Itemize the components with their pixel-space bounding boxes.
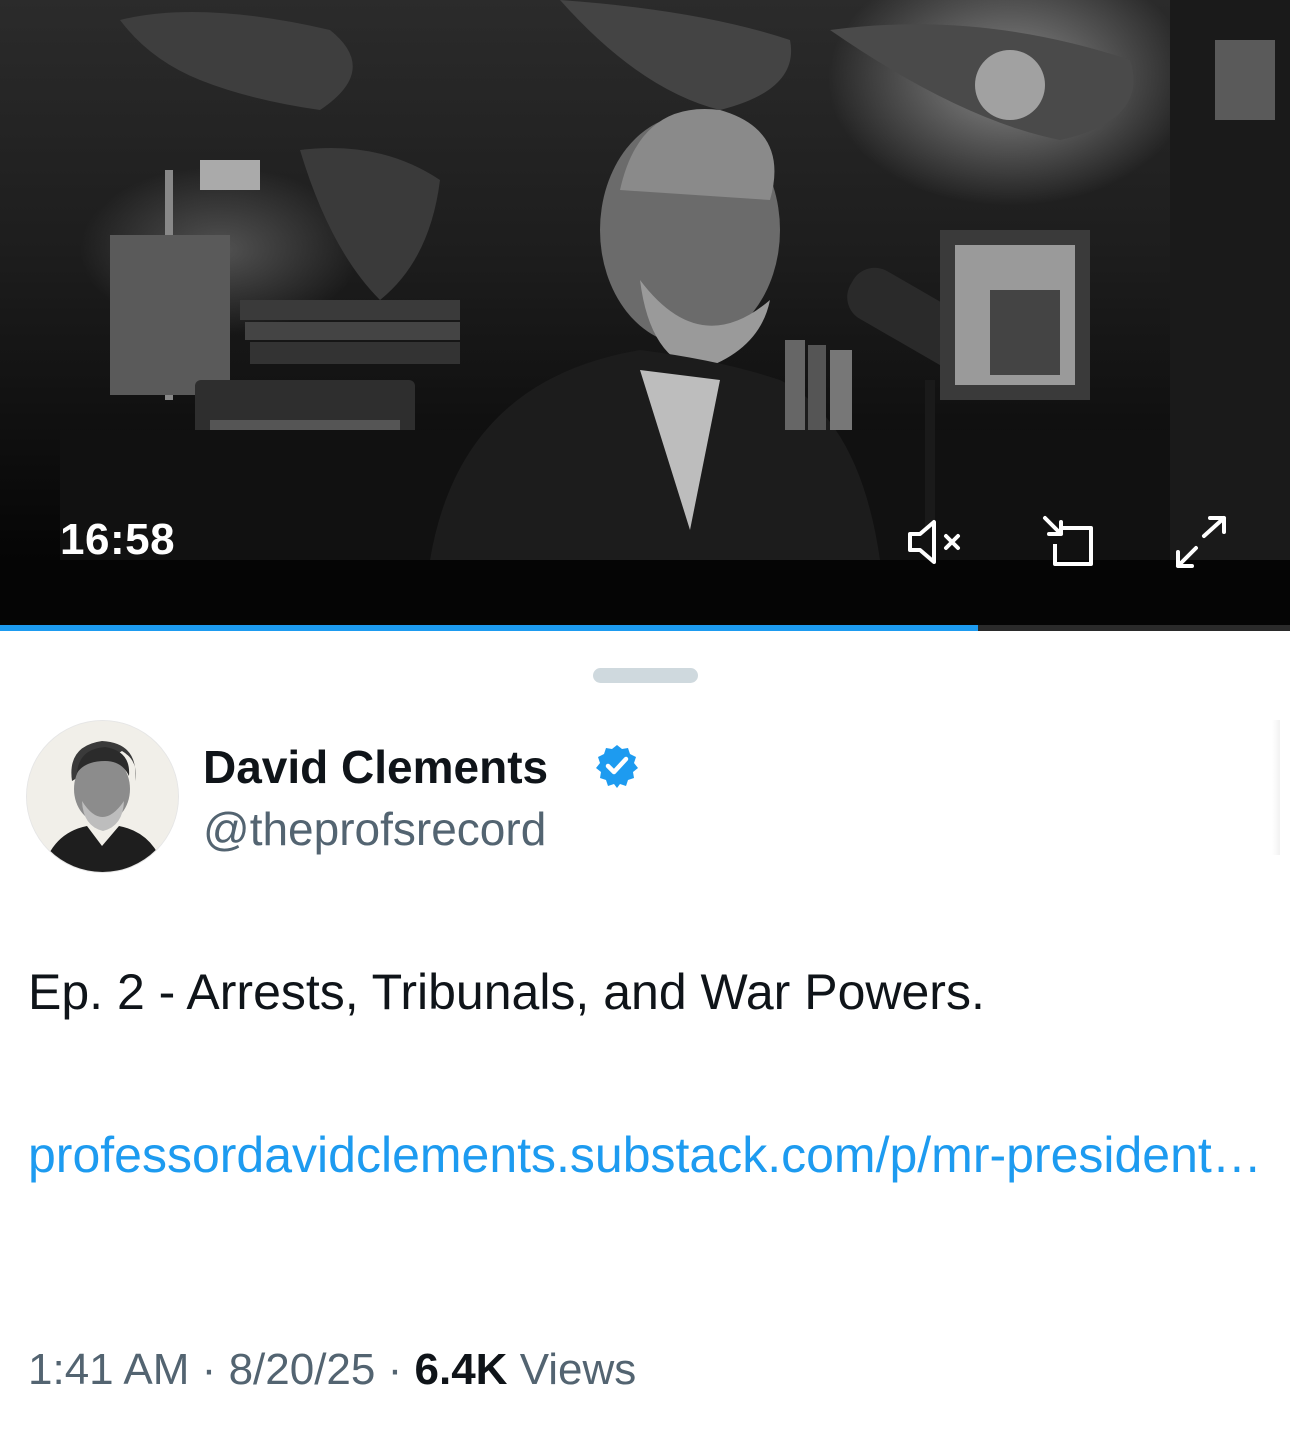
views-label[interactable]: Views xyxy=(520,1345,637,1394)
verified-badge[interactable] xyxy=(594,743,640,789)
video-poster[interactable] xyxy=(0,0,1290,560)
tweet-text: Ep. 2 - Arrests, Tribunals, and War Powe… xyxy=(28,964,985,1020)
video-player[interactable]: 16:58 xyxy=(0,0,1290,631)
author-display-name[interactable]: David Clements xyxy=(203,740,548,794)
video-progress-fill xyxy=(0,625,978,631)
meta-separator: · xyxy=(387,1345,403,1394)
avatar[interactable] xyxy=(27,721,178,872)
video-duration: 16:58 xyxy=(60,515,176,564)
verified-check-icon xyxy=(596,745,638,788)
expand-icon xyxy=(1176,516,1226,568)
muted-speaker-icon xyxy=(908,520,960,564)
avatar-portrait-image xyxy=(27,721,178,872)
mute-button[interactable] xyxy=(903,512,967,572)
follow-button-edge xyxy=(1272,720,1280,855)
sheet-grabber-handle[interactable] xyxy=(593,668,698,683)
fullscreen-button[interactable] xyxy=(1168,512,1232,572)
picture-in-picture-icon xyxy=(1043,516,1093,566)
meta-separator: · xyxy=(201,1345,217,1394)
views-count[interactable]: 6.4K xyxy=(415,1345,508,1394)
video-progress-bar[interactable] xyxy=(0,625,1290,631)
tweet-meta: 1:41 AM · 8/20/25 · 6.4K Views xyxy=(28,1345,636,1395)
video-scene-illustration xyxy=(60,0,1290,560)
dock-video-button[interactable] xyxy=(1037,512,1101,572)
author-handle[interactable]: @theprofsrecord xyxy=(203,802,546,856)
tweet-link[interactable]: professordavidclements.substack.com/p/mr… xyxy=(28,1115,1268,1195)
tweet-date: 8/20/25 xyxy=(228,1345,376,1394)
tweet-time: 1:41 AM xyxy=(28,1345,190,1394)
